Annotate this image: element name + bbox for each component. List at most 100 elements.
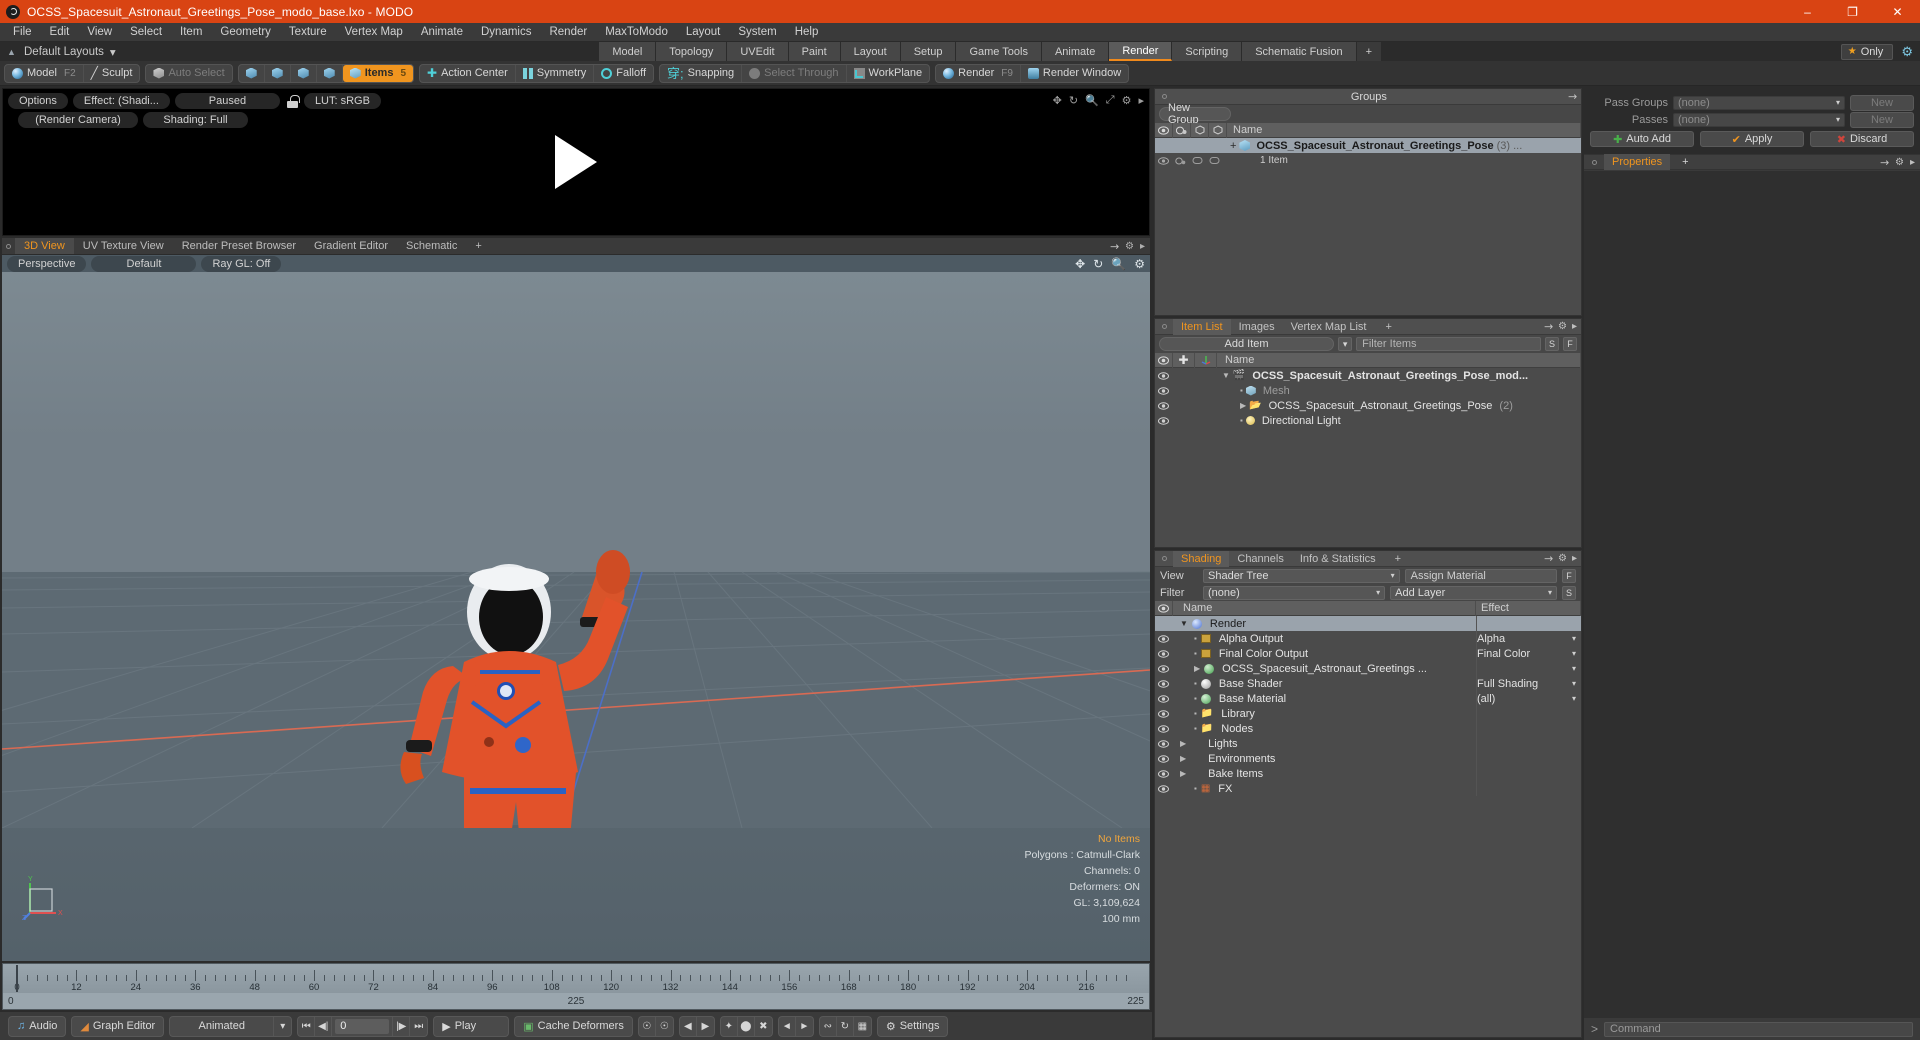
shader-tree-row[interactable]: ▪Final Color OutputFinal Color▾	[1155, 646, 1581, 661]
assign-material-button[interactable]: Assign Material	[1405, 569, 1557, 583]
viewport-style-dropdown[interactable]: Default	[91, 256, 196, 272]
list-item[interactable]: ▪Directional Light	[1155, 413, 1581, 428]
tab-channels[interactable]: Channels	[1229, 551, 1291, 567]
properties-gear-icon[interactable]: ⚙	[1895, 157, 1904, 168]
viewport-pan-icon[interactable]: ✥	[1075, 257, 1085, 271]
tree-disclosure-icon[interactable]: ▪	[1194, 649, 1197, 658]
viewport-zoom-icon[interactable]: 🔍	[1111, 257, 1126, 271]
polygon-mode-button[interactable]	[291, 65, 317, 82]
viewport-menu-icon[interactable]: ▸	[1140, 241, 1145, 252]
tree-disclosure-icon[interactable]: ▪	[1194, 679, 1197, 688]
preview-gear-icon[interactable]: ⚙	[1122, 94, 1132, 107]
edge-mode-button[interactable]	[265, 65, 291, 82]
item-list-expand-icon[interactable]: ↗	[1541, 319, 1557, 335]
item-list-body[interactable]: ▼🎬OCSS_Spacesuit_Astronaut_Greetings_Pos…	[1155, 368, 1581, 547]
tree-disclosure-icon[interactable]: ▼	[1222, 371, 1230, 380]
layout-add-tab-button[interactable]: +	[1357, 42, 1382, 61]
add-item-chevron-down-icon[interactable]: ▾	[1338, 337, 1352, 351]
row-visibility-icon[interactable]	[1155, 740, 1172, 748]
expand-icon[interactable]: ↗	[1107, 238, 1123, 254]
menu-item-edit[interactable]: Edit	[41, 23, 79, 42]
pass-groups-dropdown[interactable]: (none) ▾	[1673, 96, 1845, 110]
new-pass-group-button[interactable]: New	[1850, 95, 1914, 111]
tab-item-list[interactable]: Item List	[1173, 319, 1231, 335]
menu-item-item[interactable]: Item	[171, 23, 211, 42]
tree-disclosure-icon[interactable]: ▶	[1180, 739, 1186, 748]
symmetry-button[interactable]: Symmetry	[516, 65, 595, 82]
item-list-gear-icon[interactable]: ⚙	[1558, 321, 1567, 332]
properties-add-tab-button[interactable]: +	[1674, 154, 1696, 170]
auto-select-button[interactable]: Auto Select	[146, 65, 231, 82]
passes-dropdown[interactable]: (none) ▾	[1673, 113, 1845, 127]
row-render-icon[interactable]	[1172, 157, 1189, 165]
groups-expand-icon[interactable]: ↗	[1565, 89, 1581, 105]
new-group-button[interactable]: New Group	[1159, 107, 1231, 121]
layout-tab-animate[interactable]: Animate	[1042, 42, 1109, 61]
filter-s-button[interactable]: S	[1545, 337, 1559, 351]
shader-effect-dropdown[interactable]	[1476, 766, 1581, 781]
go-to-end-button[interactable]: ⏭	[410, 1017, 427, 1036]
snapping-button[interactable]: 穿; Snapping	[660, 65, 742, 82]
list-item[interactable]: ▶📂OCSS_Spacesuit_Astronaut_Greetings_Pos…	[1155, 398, 1581, 413]
tree-disclosure-icon[interactable]: ▪	[1240, 416, 1243, 425]
viewport-settings-gear-icon[interactable]: ⚙	[1134, 257, 1145, 271]
shader-tree-row[interactable]: ▪▦FX	[1155, 781, 1581, 796]
item-list-add-tab-button[interactable]: +	[1377, 319, 1399, 335]
sculpt-mode-button[interactable]: ╱ Sculpt	[84, 65, 140, 82]
add-item-button[interactable]: Add Item	[1159, 337, 1334, 351]
tree-disclosure-icon[interactable]: ▪	[1194, 694, 1197, 703]
chevron-down-icon[interactable]: ▾	[110, 45, 116, 59]
next-key-icon[interactable]: ▶	[697, 1017, 714, 1036]
list-item[interactable]: ▪Mesh	[1155, 383, 1581, 398]
tree-disclosure-icon[interactable]: ▪	[1194, 784, 1197, 793]
tree-disclosure-icon[interactable]: ▪	[1194, 709, 1197, 718]
only-button[interactable]: ★ Only	[1841, 44, 1894, 60]
layout-tab-uvedit[interactable]: UVEdit	[727, 42, 788, 61]
shader-effect-dropdown[interactable]: Final Color▾	[1476, 646, 1581, 661]
go-to-start-button[interactable]: ⏮	[298, 1017, 315, 1036]
row-visibility-icon[interactable]	[1155, 770, 1172, 778]
menu-item-layout[interactable]: Layout	[677, 23, 730, 42]
row-visibility-icon[interactable]	[1155, 402, 1172, 410]
prev-key-icon[interactable]: ◀	[680, 1017, 697, 1036]
row-visibility-icon[interactable]	[1155, 695, 1172, 703]
row-visibility-icon[interactable]	[1155, 417, 1172, 425]
row-visibility-icon[interactable]	[1155, 157, 1172, 165]
row-select-toggle[interactable]	[1206, 156, 1223, 165]
shader-tree-row[interactable]: ▶Environments	[1155, 751, 1581, 766]
preview-options-button[interactable]: Options	[8, 93, 68, 109]
shader-effect-dropdown[interactable]: Full Shading▾	[1476, 676, 1581, 691]
menu-item-render[interactable]: Render	[540, 23, 596, 42]
cycle-icon[interactable]: ↻	[837, 1017, 854, 1036]
layout-tab-render[interactable]: Render	[1109, 42, 1172, 61]
tab-images[interactable]: Images	[1231, 319, 1283, 335]
pan-icon[interactable]: ✥	[1053, 94, 1062, 107]
shader-tree-row[interactable]: ▶Lights	[1155, 736, 1581, 751]
shading-expand-icon[interactable]: ↗	[1541, 551, 1557, 567]
shader-effect-dropdown[interactable]	[1476, 616, 1581, 631]
render-button[interactable]: Render F9	[936, 65, 1021, 82]
row-visibility-icon[interactable]	[1155, 755, 1172, 763]
workplane-button[interactable]: WorkPlane	[847, 65, 930, 82]
table-row[interactable]: 1 Item	[1155, 153, 1581, 168]
maximize-button[interactable]: ❐	[1830, 0, 1875, 23]
preview-panel[interactable]: Options Effect: (Shadi... Paused LUT: sR…	[2, 88, 1150, 236]
shader-tree-body[interactable]: ▼Render▪Alpha OutputAlpha▾▪Final Color O…	[1155, 616, 1581, 1037]
menu-item-help[interactable]: Help	[786, 23, 828, 42]
menu-item-geometry[interactable]: Geometry	[211, 23, 280, 42]
cache-deformers-button[interactable]: ▣ Cache Deformers	[515, 1017, 632, 1036]
bake-icon[interactable]: ▦	[854, 1017, 871, 1036]
step-forward-button[interactable]: |▶	[393, 1017, 410, 1036]
action-center-button[interactable]: ✚ Action Center	[420, 65, 516, 82]
shader-tree-row[interactable]: ▪Base Material(all)▾	[1155, 691, 1581, 706]
shader-effect-dropdown[interactable]	[1476, 706, 1581, 721]
menu-item-view[interactable]: View	[78, 23, 121, 42]
expand-plus-icon[interactable]: +	[1230, 140, 1236, 152]
model-mode-button[interactable]: Model F2	[5, 65, 84, 82]
material-mode-button[interactable]	[317, 65, 343, 82]
item-list-menu-icon[interactable]: ▸	[1572, 321, 1577, 332]
row-lock-toggle[interactable]	[1189, 156, 1206, 165]
shader-effect-dropdown[interactable]	[1476, 736, 1581, 751]
shading-add-tab-button[interactable]: +	[1387, 551, 1409, 567]
shader-effect-dropdown[interactable]	[1476, 781, 1581, 796]
